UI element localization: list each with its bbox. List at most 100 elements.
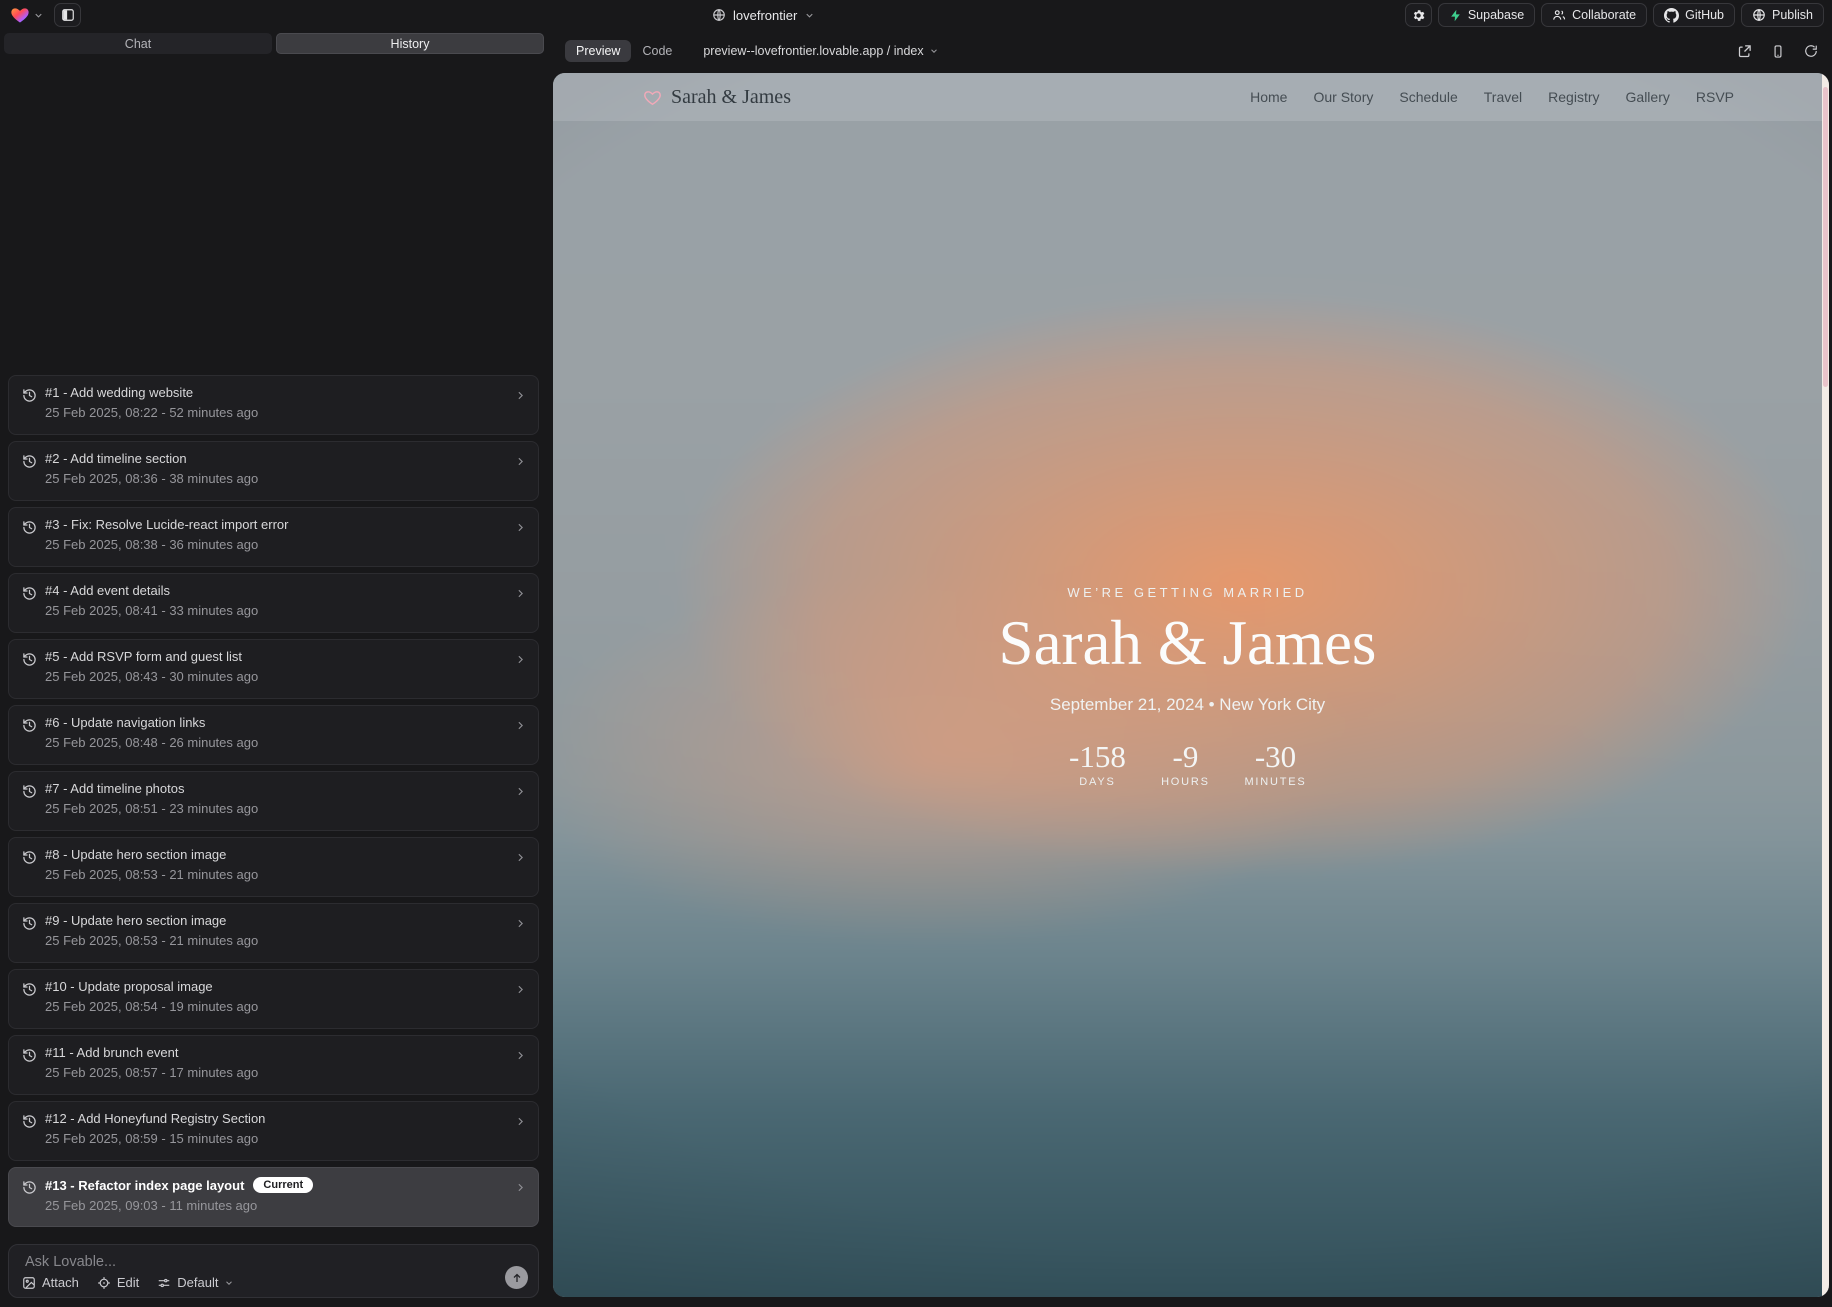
publish-button[interactable]: Publish (1741, 3, 1824, 27)
site-brand-name: Sarah & James (671, 86, 791, 109)
history-item-title: #12 - Add Honeyfund Registry Section (45, 1111, 265, 1126)
site-nav: Home Our Story Schedule Travel Registry Galle… (1250, 89, 1734, 105)
history-restore-icon (22, 1180, 37, 1195)
project-name: lovefrontier (733, 8, 797, 23)
history-item[interactable]: #7 - Add timeline photos Current 25 Feb … (8, 771, 539, 831)
lovable-app: lovefrontier Supabase (0, 0, 1832, 1307)
collaborate-button[interactable]: Collaborate (1541, 3, 1647, 27)
site-nav-link[interactable]: Schedule (1399, 89, 1457, 105)
chevron-right-icon (514, 851, 527, 864)
github-button[interactable]: GitHub (1653, 3, 1735, 27)
site-scrollbar[interactable] (1822, 73, 1829, 1297)
edit-mode-button[interactable]: Edit (97, 1275, 139, 1290)
hero-eyebrow: WE’RE GETTING MARRIED (553, 585, 1822, 600)
chevron-right-icon (514, 785, 527, 798)
history-restore-icon (22, 388, 37, 403)
mobile-view-icon[interactable] (1771, 44, 1785, 59)
current-badge: Current (253, 1177, 313, 1193)
history-restore-icon (22, 1048, 37, 1063)
preview-toolbar: Preview Code preview--lovefrontier.lovab… (565, 37, 1818, 65)
supabase-bolt-icon (1449, 9, 1462, 22)
history-item-title: #3 - Fix: Resolve Lucide-react import er… (45, 517, 288, 532)
history-item[interactable]: #11 - Add brunch event Current 25 Feb 20… (8, 1035, 539, 1095)
chevron-right-icon (514, 1049, 527, 1062)
open-in-new-tab-icon[interactable] (1737, 44, 1752, 59)
history-item[interactable]: #2 - Add timeline section Current 25 Feb… (8, 441, 539, 501)
tab-code[interactable]: Code (631, 40, 683, 62)
preview-url-dropdown[interactable]: preview--lovefrontier.lovable.app / inde… (703, 44, 938, 58)
history-item-title: #4 - Add event details (45, 583, 170, 598)
target-icon (97, 1276, 111, 1290)
history-restore-icon (22, 520, 37, 535)
refresh-icon[interactable] (1804, 44, 1818, 58)
scrollbar-thumb[interactable] (1823, 87, 1828, 387)
history-item[interactable]: #1 - Add wedding website Current 25 Feb … (8, 375, 539, 435)
history-restore-icon (22, 718, 37, 733)
site-nav-link[interactable]: Our Story (1313, 89, 1373, 105)
model-mode-dropdown[interactable]: Default (157, 1275, 234, 1290)
chat-history-sidebar: Chat History #1 - Add wedding website Cu… (0, 30, 548, 1307)
countdown-label: HOURS (1156, 776, 1214, 788)
supabase-button[interactable]: Supabase (1438, 3, 1535, 27)
chevron-down-icon (929, 46, 939, 56)
site-nav-link[interactable]: Registry (1548, 89, 1599, 105)
image-icon (22, 1276, 36, 1290)
history-item-timestamp: 25 Feb 2025, 08:53 - 21 minutes ago (45, 933, 508, 948)
send-button[interactable] (505, 1266, 528, 1289)
tab-preview[interactable]: Preview (565, 40, 631, 62)
countdown-value: -158 (1068, 741, 1126, 772)
history-item-timestamp: 25 Feb 2025, 09:03 - 11 minutes ago (45, 1198, 508, 1213)
tab-chat[interactable]: Chat (4, 33, 272, 54)
site-nav-link[interactable]: Gallery (1626, 89, 1670, 105)
chevron-right-icon (514, 1181, 527, 1194)
history-item[interactable]: #3 - Fix: Resolve Lucide-react import er… (8, 507, 539, 567)
history-restore-icon (22, 850, 37, 865)
history-item-timestamp: 25 Feb 2025, 08:53 - 21 minutes ago (45, 867, 508, 882)
countdown-value: -30 (1244, 741, 1306, 772)
chevron-right-icon (514, 917, 527, 930)
globe-icon (712, 8, 726, 22)
history-item[interactable]: #5 - Add RSVP form and guest list Curren… (8, 639, 539, 699)
history-item[interactable]: #6 - Update navigation links Current 25 … (8, 705, 539, 765)
attach-label: Attach (42, 1275, 79, 1290)
ask-lovable-input[interactable]: Ask Lovable... (25, 1254, 498, 1270)
github-label: GitHub (1685, 8, 1724, 22)
publish-label: Publish (1772, 8, 1813, 22)
site-nav-link[interactable]: Travel (1484, 89, 1522, 105)
site-brand[interactable]: Sarah & James (643, 86, 791, 109)
history-item[interactable]: #9 - Update hero section image Current 2… (8, 903, 539, 963)
history-item-title: #1 - Add wedding website (45, 385, 193, 400)
history-item[interactable]: #10 - Update proposal image Current 25 F… (8, 969, 539, 1029)
history-item-timestamp: 25 Feb 2025, 08:57 - 17 minutes ago (45, 1065, 508, 1080)
chevron-down-icon (33, 10, 44, 21)
sidebar-toggle-button[interactable] (54, 3, 81, 27)
lovable-logo-menu[interactable] (10, 5, 44, 25)
hero-title: Sarah & James (553, 612, 1822, 675)
history-item-timestamp: 25 Feb 2025, 08:36 - 38 minutes ago (45, 471, 508, 486)
settings-button[interactable] (1405, 3, 1432, 27)
preview-url: preview--lovefrontier.lovable.app / inde… (703, 44, 923, 58)
arrow-up-icon (511, 1272, 523, 1284)
history-item-timestamp: 25 Feb 2025, 08:43 - 30 minutes ago (45, 669, 508, 684)
chevron-right-icon (514, 587, 527, 600)
history-item-timestamp: 25 Feb 2025, 08:51 - 23 minutes ago (45, 801, 508, 816)
attach-button[interactable]: Attach (22, 1275, 79, 1290)
project-selector[interactable]: lovefrontier (712, 0, 815, 30)
lovable-heart-icon (10, 5, 30, 25)
history-restore-icon (22, 454, 37, 469)
history-item[interactable]: #13 - Refactor index page layout Current… (8, 1167, 539, 1227)
sliders-icon (157, 1276, 171, 1290)
history-item[interactable]: #12 - Add Honeyfund Registry Section Cur… (8, 1101, 539, 1161)
site-nav-link[interactable]: Home (1250, 89, 1287, 105)
chevron-right-icon (514, 455, 527, 468)
site-nav-link[interactable]: RSVP (1696, 89, 1734, 105)
tab-history[interactable]: History (276, 33, 544, 54)
history-item-timestamp: 25 Feb 2025, 08:41 - 33 minutes ago (45, 603, 508, 618)
chevron-right-icon (514, 719, 527, 732)
history-item-timestamp: 25 Feb 2025, 08:38 - 36 minutes ago (45, 537, 508, 552)
history-item[interactable]: #8 - Update hero section image Current 2… (8, 837, 539, 897)
chevron-right-icon (514, 521, 527, 534)
countdown-label: DAYS (1068, 776, 1126, 788)
edit-label: Edit (117, 1275, 139, 1290)
history-item[interactable]: #4 - Add event details Current 25 Feb 20… (8, 573, 539, 633)
